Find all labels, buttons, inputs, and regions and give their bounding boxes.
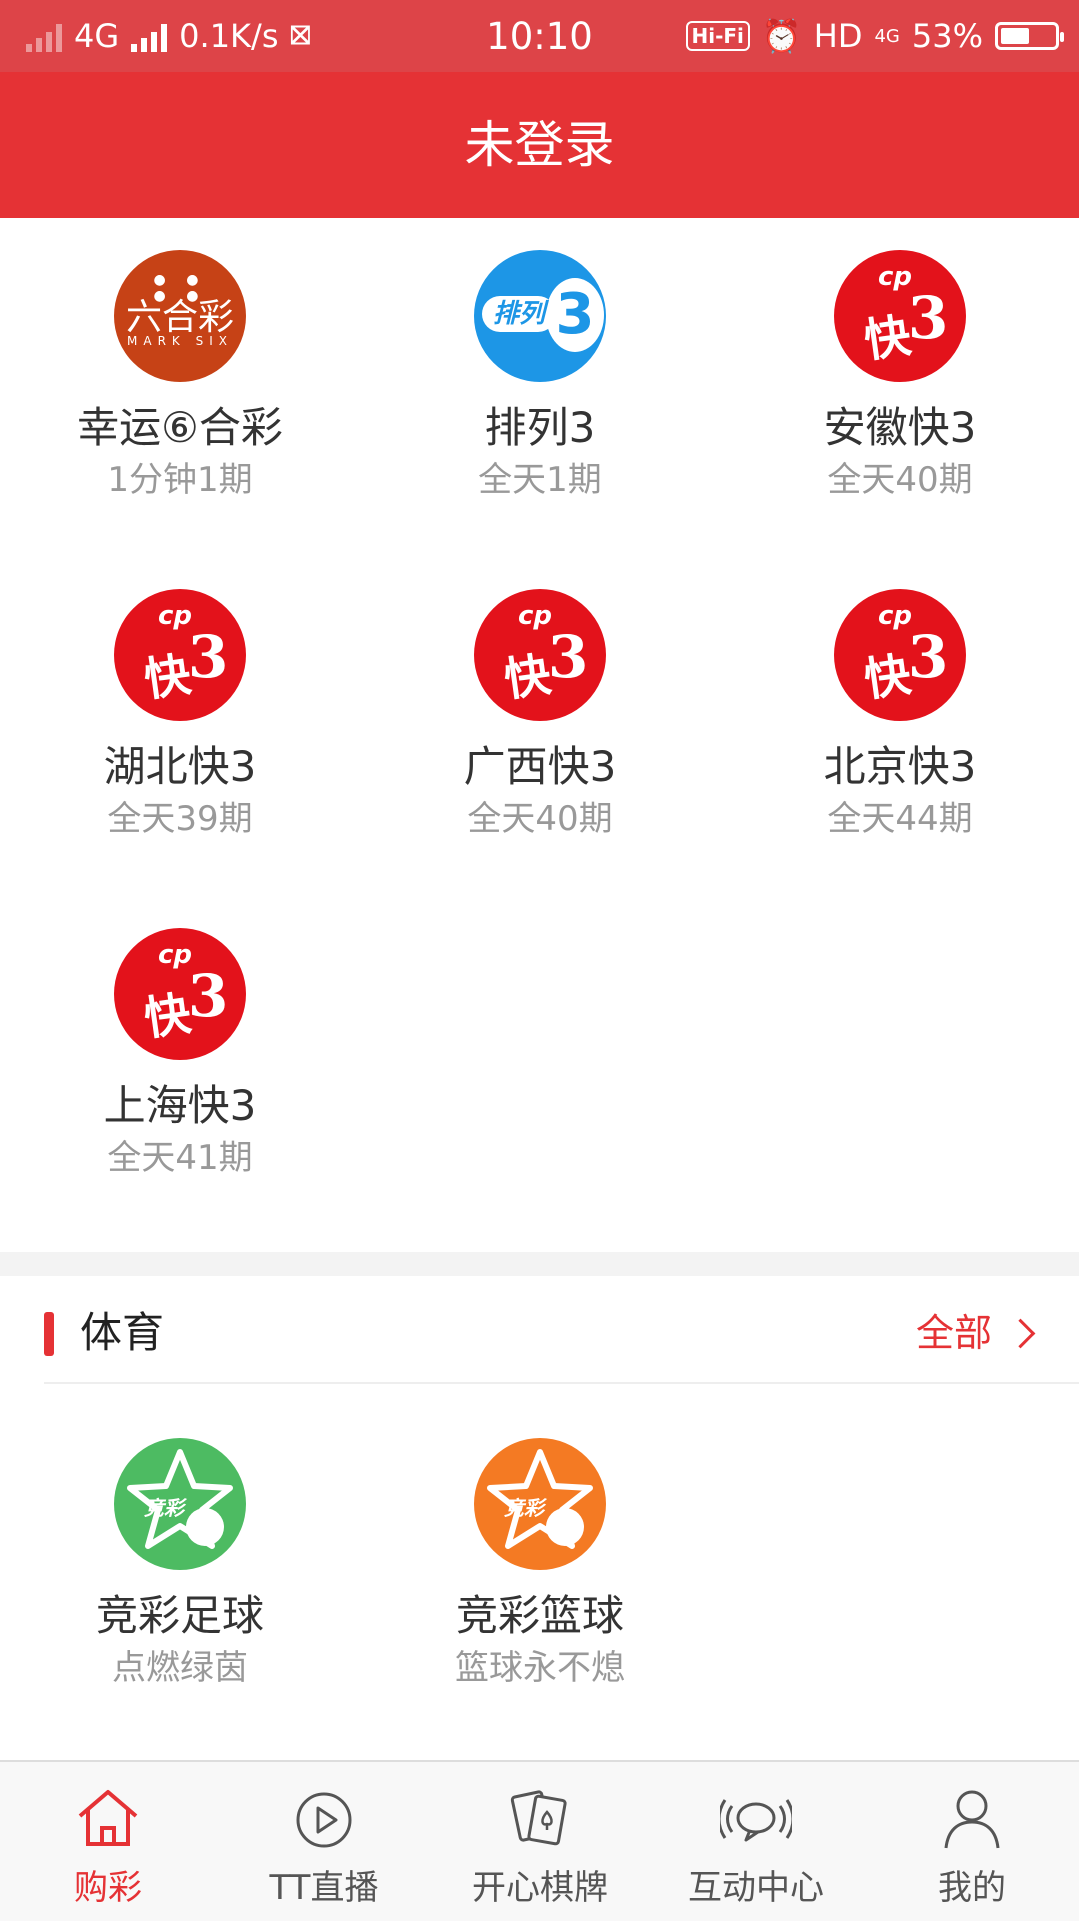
bottom-tab-bar: 购彩 TT直播 开心棋牌 互动中心 我的 — [0, 1760, 1079, 1921]
view-all-link[interactable]: 全部 — [915, 1304, 1036, 1362]
tab-profile[interactable]: 我的 — [864, 1762, 1079, 1921]
lottery-schedule: 1分钟1期 — [107, 460, 253, 500]
tab-buy-lottery[interactable]: 购彩 — [0, 1762, 216, 1921]
view-all-label: 全部 — [915, 1311, 992, 1355]
battery-icon — [995, 22, 1064, 50]
sports-name: 竞彩足球 — [95, 1591, 264, 1640]
lottery-schedule: 全天40期 — [827, 460, 973, 500]
tab-label: 购彩 — [74, 1868, 142, 1908]
sports-item-basketball[interactable]: 竞彩 竞彩篮球 篮球永不熄 — [360, 1438, 720, 1692]
section-divider — [0, 1252, 1079, 1276]
tab-label: 互动中心 — [688, 1868, 824, 1908]
lottery-schedule: 全天1期 — [478, 460, 602, 500]
kuai3-icon: cp 快 3 — [114, 928, 246, 1060]
lottery-schedule: 全天41期 — [107, 1138, 253, 1178]
kuai3-icon: cp 快 3 — [474, 589, 606, 721]
sports-item-football[interactable]: 竞彩 竞彩足球 点燃绿茵 — [0, 1438, 360, 1692]
lottery-item-beijing-kuai3[interactable]: cp 快 3 北京快3 全天44期 — [720, 589, 1079, 843]
hifi-badge: Hi-Fi — [685, 21, 750, 51]
lottery-name: 湖北快3 — [103, 742, 257, 791]
lottery-name: 幸运⑥合彩 — [77, 403, 283, 452]
sports-slogan: 篮球永不熄 — [455, 1648, 625, 1688]
lottery-schedule: 全天40期 — [467, 799, 613, 839]
lottery-name: 北京快3 — [823, 742, 977, 791]
status-right: Hi-Fi ⏰ HD 4G 53% — [685, 0, 1064, 72]
hd-badge: HD — [813, 17, 863, 55]
battery-level — [1001, 28, 1029, 44]
football-star-icon: 竞彩 — [114, 1438, 246, 1570]
chevron-right-icon — [1005, 1318, 1036, 1348]
chat-bubble-icon — [717, 1799, 795, 1842]
tab-label: 我的 — [938, 1868, 1006, 1908]
lottery-name: 上海快3 — [103, 1081, 257, 1130]
home-icon — [78, 1790, 138, 1846]
basketball-star-icon: 竞彩 — [474, 1438, 606, 1570]
tab-label: 开心棋牌 — [472, 1868, 608, 1908]
lottery-schedule: 全天44期 — [827, 799, 973, 839]
tab-card-games[interactable]: 开心棋牌 — [432, 1762, 648, 1921]
cards-icon — [510, 1790, 567, 1846]
tab-label: TT直播 — [269, 1868, 379, 1908]
play-icon — [296, 1792, 352, 1848]
tab-interaction-center[interactable]: 互动中心 — [648, 1762, 864, 1921]
status-bar: 4G 0.1K/s ⛝ 10:10 Hi-Fi ⏰ HD 4G 53% — [0, 0, 1079, 72]
lottery-schedule: 全天39期 — [107, 799, 253, 839]
lottery-item-anhui-kuai3[interactable]: cp 快 3 安徽快3 全天40期 — [720, 250, 1079, 504]
kuai3-icon: cp 快 3 — [834, 589, 966, 721]
lottery-name: 排列3 — [484, 403, 596, 452]
sports-slogan: 点燃绿茵 — [112, 1648, 248, 1688]
kuai3-icon: cp 快 3 — [834, 250, 966, 382]
lottery-name: 广西快3 — [463, 742, 617, 791]
lottery-item-marksix[interactable]: ● ● ● ● 六合彩 MARK SIX 幸运⑥合彩 1分钟1期 — [0, 250, 360, 504]
lottery-item-hubei-kuai3[interactable]: cp 快 3 湖北快3 全天39期 — [0, 589, 360, 843]
kuai3-icon: cp 快 3 — [114, 589, 246, 721]
battery-percent: 53% — [911, 17, 983, 55]
lottery-item-shanghai-kuai3[interactable]: cp 快 3 上海快3 全天41期 — [0, 928, 360, 1182]
section-underline — [44, 1382, 1079, 1384]
lottery-name: 安徽快3 — [823, 403, 977, 452]
page-title: 未登录 — [0, 72, 1079, 218]
alarm-icon: ⏰ — [761, 17, 802, 55]
pailie3-icon: 3 排列 — [474, 250, 606, 382]
network-4g-badge: 4G — [874, 25, 900, 47]
user-icon — [944, 1790, 1000, 1849]
sports-name: 竞彩篮球 — [455, 1591, 624, 1640]
tab-tt-live[interactable]: TT直播 — [216, 1762, 432, 1921]
lottery-item-guangxi-kuai3[interactable]: cp 快 3 广西快3 全天40期 — [360, 589, 720, 843]
lottery-item-pailie3[interactable]: 3 排列 排列3 全天1期 — [360, 250, 720, 504]
section-title: 体育 — [80, 1308, 165, 1357]
section-accent-bar — [44, 1312, 54, 1356]
mark-six-icon: ● ● ● ● 六合彩 MARK SIX — [114, 250, 246, 382]
